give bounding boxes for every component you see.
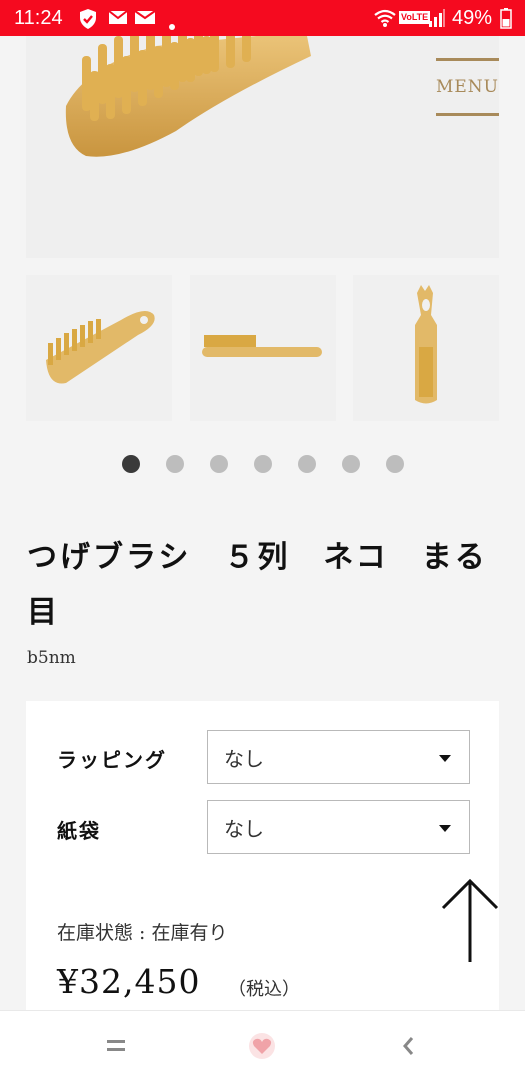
wrapping-select-value: なし bbox=[224, 746, 264, 771]
shield-icon bbox=[78, 8, 98, 36]
carousel-dot-6[interactable] bbox=[342, 455, 360, 473]
recent-apps-icon[interactable] bbox=[106, 1037, 126, 1059]
signal-icon bbox=[428, 8, 446, 34]
back-icon[interactable] bbox=[400, 1035, 416, 1061]
product-main-image[interactable] bbox=[26, 36, 499, 258]
mail-alert-icon bbox=[108, 8, 128, 32]
paper-bag-select[interactable]: なし bbox=[207, 800, 470, 854]
battery-icon bbox=[500, 8, 512, 35]
thumbnail-3[interactable] bbox=[353, 275, 499, 421]
thumbnail-1[interactable] bbox=[26, 275, 172, 421]
carousel-dot-2[interactable] bbox=[166, 455, 184, 473]
wifi-icon bbox=[373, 8, 397, 34]
heart-home-icon[interactable] bbox=[248, 1032, 276, 1064]
stock-status: 在庫状態 : 在庫有り bbox=[57, 922, 228, 944]
paper-bag-select-value: なし bbox=[224, 816, 264, 841]
paper-bag-label: 紙袋 bbox=[57, 819, 101, 843]
carousel-dot-7[interactable] bbox=[386, 455, 404, 473]
product-sku: b5nm bbox=[27, 648, 76, 668]
product-title: つげブラシ ５列 ネコ まる目 bbox=[27, 540, 488, 630]
scroll-to-top-icon[interactable] bbox=[440, 878, 500, 964]
status-bar: 11:24 VoLTE 49% bbox=[0, 0, 525, 36]
battery-percent: 49% bbox=[452, 7, 493, 29]
carousel-dot-3[interactable] bbox=[210, 455, 228, 473]
price: ¥32,450 bbox=[57, 962, 201, 1001]
status-time: 11:24 bbox=[14, 7, 63, 29]
thumbnail-2[interactable] bbox=[190, 275, 336, 421]
wrapping-select[interactable]: なし bbox=[207, 730, 470, 784]
carousel-dot-1[interactable] bbox=[122, 455, 140, 473]
chevron-down-icon bbox=[439, 825, 451, 832]
carousel-dot-5[interactable] bbox=[298, 455, 316, 473]
wrapping-label: ラッピング bbox=[57, 748, 167, 772]
mail-icon bbox=[134, 8, 156, 32]
chevron-down-icon bbox=[439, 755, 451, 762]
notification-dot-icon bbox=[168, 14, 176, 37]
volte-badge: VoLTE bbox=[399, 11, 431, 24]
carousel-dot-4[interactable] bbox=[254, 455, 272, 473]
tax-note: （税込） bbox=[228, 979, 300, 1000]
menu-button[interactable]: MENU bbox=[436, 58, 499, 116]
